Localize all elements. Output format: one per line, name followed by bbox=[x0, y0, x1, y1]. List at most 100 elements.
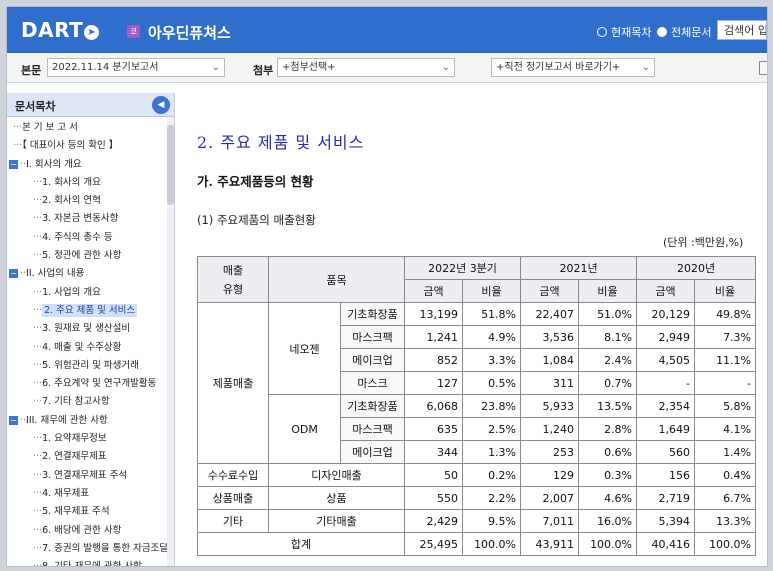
tree-line-icon: ··· bbox=[33, 195, 43, 207]
toc-item[interactable]: ···4. 재무제표 bbox=[7, 485, 167, 503]
header-period-2022q3: 2022년 3분기 bbox=[403, 256, 522, 280]
collapse-minus-icon[interactable]: − bbox=[9, 415, 18, 425]
logo-mark-icon: ➤ bbox=[84, 25, 100, 40]
toc-item-label: 본 기 보 고 서 bbox=[22, 122, 78, 133]
amount-cell: 253 bbox=[520, 440, 580, 464]
dart-viewer-window: DART ➤ 코 아우딘퓨쳐스 현재목차 전체문서 검색어 입 본문 2022.1… bbox=[6, 6, 768, 567]
table-row: 수수료수입 디자인매출 50 0.2% 129 0.3% 156 0.4% bbox=[197, 463, 757, 487]
amount-cell: 50 bbox=[404, 463, 463, 487]
ratio-cell: - bbox=[694, 371, 757, 395]
toc-item[interactable]: ···1. 요약재무정보 bbox=[7, 430, 167, 448]
toc-item-label: 5. 재무제표 주석 bbox=[42, 506, 110, 518]
unit-note: (단위 :백만원,%) bbox=[663, 236, 744, 249]
recent-report-select[interactable]: +직전 정기보고서 바로가기+ ⌄ bbox=[491, 58, 655, 77]
toc-item[interactable]: ···【 대표이사 등의 확인 】 bbox=[7, 137, 167, 155]
toc-item[interactable]: ···5. 재무제표 주석 bbox=[7, 503, 167, 521]
toc-item[interactable]: ···1. 회사의 개요 bbox=[7, 174, 167, 192]
radio-all-document[interactable]: 전체문서 bbox=[657, 24, 711, 40]
search-input[interactable]: 검색어 입 bbox=[717, 20, 767, 40]
ratio-cell: 1.3% bbox=[461, 440, 522, 464]
market-badge: 코 bbox=[127, 25, 140, 38]
toc-item[interactable]: ···3. 자본금 변동사항 bbox=[7, 210, 167, 228]
toc-item-label: 2. 회사의 연혁 bbox=[42, 195, 101, 207]
item-cell: 메이크업 bbox=[340, 440, 405, 464]
attach-select[interactable]: +첨부선택+ ⌄ bbox=[277, 58, 455, 77]
toc-item[interactable]: − ··III. 재무에 관한 사항 bbox=[7, 412, 167, 430]
collapse-sidebar-icon[interactable]: ◀ bbox=[152, 96, 170, 114]
toc-item-label: 8. 기타 재무에 관한 사항 bbox=[42, 561, 142, 567]
amount-cell: 3,536 bbox=[520, 325, 580, 349]
table-row: ODM 기초화장품 6,068 23.8% 5,933 13.5% 2,354 … bbox=[198, 394, 757, 464]
radio-current-label: 현재목차 bbox=[611, 26, 652, 39]
toc-item[interactable]: ···7. 증권의 발행을 통한 자금조달 bbox=[7, 540, 167, 558]
amount-cell: 6,068 bbox=[404, 394, 463, 418]
amount-cell: 127 bbox=[404, 371, 463, 395]
tree-line-icon: ··· bbox=[33, 506, 43, 518]
toc-item-label: III. 재무에 관한 사항 bbox=[26, 414, 108, 426]
toc-item-label: 3. 연결재무제표 주석 bbox=[42, 469, 128, 481]
amount-cell: 22,407 bbox=[520, 302, 580, 326]
toc-item[interactable]: ···3. 연결재무제표 주석 bbox=[7, 467, 167, 485]
toc-item[interactable]: ···4. 주식의 총수 등 bbox=[7, 229, 167, 247]
toc-item-label: 【 대표이사 등의 확인 】 bbox=[22, 140, 119, 152]
window-icon[interactable] bbox=[759, 61, 767, 75]
header-ratio: 비율 bbox=[694, 279, 757, 303]
amount-cell: 1,241 bbox=[404, 325, 463, 349]
toc-item[interactable]: ···4. 매출 및 수주상황 bbox=[7, 339, 167, 357]
toc-item[interactable]: ···6. 배당에 관한 사항 bbox=[7, 522, 167, 540]
recent-report-value: +직전 정기보고서 바로가기+ bbox=[496, 62, 621, 73]
header-bar: DART ➤ 코 아우딘퓨쳐스 현재목차 전체문서 검색어 입 bbox=[7, 7, 767, 53]
toc-item[interactable]: ··· 2. 주요 제품 및 서비스 bbox=[7, 302, 167, 320]
toc-item[interactable]: ···2. 연결재무제표 bbox=[7, 448, 167, 466]
radio-checked-icon bbox=[657, 27, 667, 37]
report-select-value: 2022.11.14 분기보고서 bbox=[52, 62, 159, 73]
toc-item[interactable]: ···6. 주요계약 및 연구개발활동 bbox=[7, 375, 167, 393]
header-item: 품목 bbox=[268, 256, 405, 303]
sidebar-scrollbar[interactable] bbox=[167, 117, 174, 566]
toc-item-label: 2. 주요 제품 및 서비스 bbox=[42, 303, 138, 317]
collapse-minus-icon[interactable]: − bbox=[9, 269, 18, 279]
amount-cell: 1,649 bbox=[636, 417, 696, 441]
amount-cell: 2,949 bbox=[636, 325, 696, 349]
header-amount: 금액 bbox=[520, 279, 580, 303]
toc-item[interactable]: ···1. 사업의 개요 bbox=[7, 284, 167, 302]
toc-item[interactable]: − ··II. 사업의 내용 bbox=[7, 265, 167, 283]
ratio-cell: 16.0% bbox=[578, 509, 638, 533]
amount-cell: 1,240 bbox=[520, 417, 580, 441]
toc-item[interactable]: ···3. 원재료 및 생산설비 bbox=[7, 320, 167, 338]
ratio-cell: 2.2% bbox=[461, 486, 522, 510]
amount-cell: 5,933 bbox=[520, 394, 580, 418]
toc-item[interactable]: ···8. 기타 재무에 관한 사항 bbox=[7, 558, 167, 567]
amount-cell: 156 bbox=[636, 463, 696, 487]
table-row: 상품매출 상품 550 2.2% 2,007 4.6% 2,719 6.7% bbox=[197, 486, 757, 510]
radio-current-toc[interactable]: 현재목차 bbox=[597, 24, 651, 40]
toc-item[interactable]: ···본 기 보 고 서 bbox=[7, 119, 167, 137]
ratio-cell: 6.7% bbox=[694, 486, 757, 510]
toc-item[interactable]: − ··I. 회사의 개요 bbox=[7, 156, 167, 174]
toc-item[interactable]: ···5. 정관에 관한 사항 bbox=[7, 247, 167, 265]
amount-cell: 560 bbox=[636, 440, 696, 464]
item-cell: 메이크업 bbox=[340, 348, 405, 372]
revenue-table: 매출 유형 품목 2022년 3분기 2021년 2020년 금액 비율 금액 … bbox=[197, 256, 757, 556]
collapse-minus-icon[interactable]: − bbox=[9, 159, 18, 169]
toc-item[interactable]: ···2. 회사의 연혁 bbox=[7, 192, 167, 210]
toc-item[interactable]: ···7. 기타 참고사항 bbox=[7, 393, 167, 411]
odm-cell: ODM bbox=[268, 394, 341, 464]
report-select[interactable]: 2022.11.14 분기보고서 ⌄ bbox=[47, 58, 225, 77]
neogen-cell: 네오젠 bbox=[268, 302, 341, 395]
amount-cell: 2,719 bbox=[636, 486, 696, 510]
toc-header: 문서목차 ◀ bbox=[7, 93, 174, 117]
toc-sidebar: 문서목차 ◀ ···본 기 보 고 서 ···【 대표이사 등의 확인 】 − ··I… bbox=[7, 93, 175, 567]
tree-line-icon: ··· bbox=[13, 122, 23, 133]
item-cell: 마스크 bbox=[340, 371, 405, 395]
amount-cell: 635 bbox=[404, 417, 463, 441]
toc-item-label: II. 사업의 내용 bbox=[26, 268, 85, 280]
total-label: 합계 bbox=[197, 532, 405, 556]
scrollbar-thumb[interactable] bbox=[167, 125, 174, 205]
tree-line-icon: ··· bbox=[33, 451, 43, 463]
dart-logo[interactable]: DART ➤ bbox=[21, 18, 100, 42]
toc-item[interactable]: ···5. 위험관리 및 파생거래 bbox=[7, 357, 167, 375]
amount-cell: 43,911 bbox=[520, 532, 580, 556]
toc-item-label: 3. 자본금 변동사항 bbox=[42, 213, 119, 225]
amount-cell: 5,394 bbox=[636, 509, 696, 533]
